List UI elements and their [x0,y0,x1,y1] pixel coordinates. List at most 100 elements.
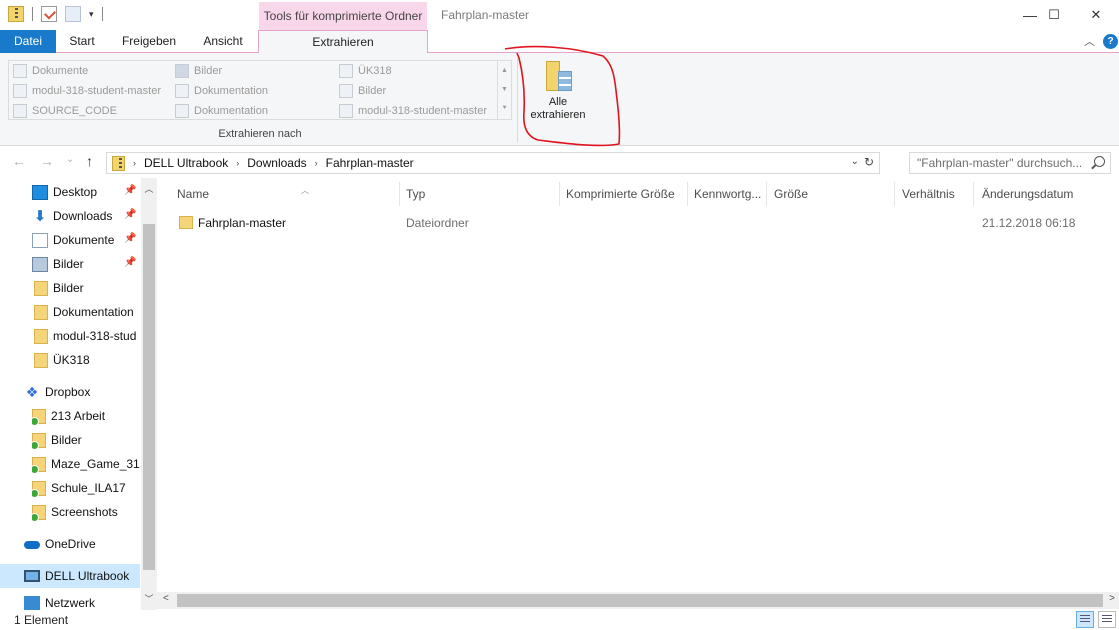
extract-to-item[interactable]: Dokumentation [175,81,268,101]
breadcrumb-separator[interactable]: › [133,158,136,168]
folder-icon [32,432,46,450]
breadcrumb-separator[interactable]: › [236,158,239,168]
scrollbar-thumb[interactable] [177,594,1103,607]
help-icon[interactable]: ? [1103,34,1118,49]
column-divider[interactable] [559,182,560,206]
new-folder-icon[interactable] [65,6,81,22]
folder-icon [32,504,46,522]
breadcrumb-fahrplan-master[interactable]: Fahrplan-master [326,156,414,170]
scroll-down-icon[interactable]: ﹀ [141,592,157,605]
extract-to-item[interactable]: Bilder [175,61,222,81]
breadcrumb-downloads[interactable]: Downloads [247,156,306,170]
search-input[interactable]: "Fahrplan-master" durchsuch... [909,152,1111,174]
table-row[interactable]: Fahrplan-master Dateiordner 21.12.2018 0… [170,212,1090,234]
folder-icon [179,216,193,229]
large-icons-view-icon[interactable] [1098,611,1116,628]
sidebar-item-downloads[interactable]: ⬇ Downloads [32,204,157,228]
column-header-size[interactable]: Größe [774,184,894,204]
tab-datei[interactable]: Datei [0,30,56,53]
extract-to-item[interactable]: modul-318-student-master [13,81,161,101]
title-bar: ▾ Tools für komprimierte Ordner Fahrplan… [0,0,1119,31]
extract-to-item[interactable]: modul-318-student-master [339,101,487,121]
column-divider[interactable] [894,182,895,206]
column-header-ratio[interactable]: Verhältnis [902,184,972,204]
sidebar-item-screenshots[interactable]: Screenshots [32,500,157,524]
sidebar-item-label: ÜK318 [53,353,90,367]
extract-to-item[interactable]: Dokumente [13,61,88,81]
sidebar-item-label: Screenshots [51,505,118,519]
extract-to-item[interactable]: SOURCE_CODE [13,101,117,121]
sidebar-item-maze-game[interactable]: Maze_Game_318 [32,452,140,476]
pin-icon[interactable]: 📌 [124,185,136,196]
tab-freigeben[interactable]: Freigeben [116,30,182,53]
file-name[interactable]: Fahrplan-master [198,212,286,234]
column-header-password[interactable]: Kennwortg... [694,184,766,204]
scroll-up-icon[interactable]: ︿ [141,182,157,195]
sidebar-scrollbar[interactable]: ︿ ﹀ [141,178,157,610]
sidebar-item-label: DELL Ultrabook [45,569,130,583]
folder-icon [339,84,353,98]
breadcrumb-separator[interactable]: › [315,158,318,168]
column-divider[interactable] [687,182,688,206]
sidebar-item-schule-ila17[interactable]: Schule_ILA17 [32,476,157,500]
horizontal-scrollbar[interactable]: < > [157,592,1119,609]
sidebar-item-desktop[interactable]: Desktop [32,180,157,204]
sidebar-item-netzwerk[interactable]: Netzwerk [24,596,157,610]
folder-icon [175,84,189,98]
sidebar-item-bilder[interactable]: Bilder [34,276,157,300]
extract-to-label: Bilder [194,65,223,77]
sidebar-item-label: Downloads [53,209,113,223]
address-bar[interactable]: › DELL Ultrabook › Downloads › Fahrplan-… [106,152,880,174]
sidebar-item-onedrive[interactable]: OneDrive [24,532,157,556]
address-dropdown-icon[interactable]: ⌄ [851,156,859,167]
pin-icon[interactable]: 📌 [124,233,136,244]
sidebar-item-label: Maze_Game_318 [51,457,140,471]
collapse-ribbon-icon[interactable]: ︿ [1084,33,1095,49]
status-bar: 1 Element [0,610,1119,630]
extract-to-item[interactable]: ÜK318 [339,61,392,81]
tab-start[interactable]: Start [60,30,104,53]
sidebar-item-label: Desktop [53,185,98,199]
sidebar-item-modul-318[interactable]: modul-318-stud [34,324,140,348]
up-arrow-icon[interactable]: ↑ [86,153,93,169]
scrollbar-thumb[interactable] [143,224,155,570]
breadcrumb-dell-ultrabook[interactable]: DELL Ultrabook [144,156,228,170]
tab-extrahieren[interactable]: Extrahieren [258,30,428,54]
pin-icon[interactable]: 📌 [124,257,136,268]
maximize-button[interactable]: ☐ [1031,0,1077,30]
sidebar-item-dokumente[interactable]: Dokumente [32,228,157,252]
sidebar-item-213-arbeit[interactable]: 213 Arbeit [32,404,157,428]
sidebar-item-uk318[interactable]: ÜK318 [34,348,157,372]
scroll-right-icon[interactable]: > [1109,593,1115,604]
tab-ansicht[interactable]: Ansicht [196,30,250,53]
column-divider[interactable] [973,182,974,206]
extract-to-label: modul-318-student-master [32,85,162,97]
sidebar-item-dokumentation[interactable]: Dokumentation [34,300,157,324]
network-icon [24,596,40,610]
extract-to-label: Dokumentation [194,85,268,97]
column-header-date[interactable]: Änderungsdatum [982,184,1107,204]
column-header-type[interactable]: Typ [406,184,558,204]
close-button[interactable]: ✕ [1073,0,1119,30]
details-view-icon[interactable] [1076,611,1094,628]
extract-to-item[interactable]: Bilder [339,81,386,101]
extract-to-label: Dokumente [32,65,89,77]
back-arrow-icon[interactable]: ← [12,153,26,169]
sidebar-item-bilder-pinned[interactable]: Bilder [32,252,157,276]
recent-locations-icon[interactable]: ⌄ [66,154,74,165]
column-header-compressed-size[interactable]: Komprimierte Größe [566,184,686,204]
scroll-left-icon[interactable]: < [163,593,169,604]
search-icon[interactable] [1094,156,1105,167]
sidebar-item-dropbox-bilder[interactable]: Bilder [32,428,157,452]
column-header-name[interactable]: Name ︿ [177,184,399,204]
pin-icon[interactable]: 📌 [124,209,136,220]
column-divider[interactable] [399,182,400,206]
forward-arrow-icon[interactable]: → [40,153,54,169]
column-divider[interactable] [766,182,767,206]
refresh-icon[interactable]: ↻ [862,155,876,169]
sidebar-item-dropbox[interactable]: ❖ Dropbox [24,380,157,404]
sidebar-item-dell-ultrabook[interactable]: DELL Ultrabook [0,564,140,588]
extract-to-item[interactable]: Dokumentation [175,101,268,121]
customize-toolbar-dropdown-icon[interactable]: ▾ [89,9,94,20]
properties-icon[interactable] [41,6,57,22]
